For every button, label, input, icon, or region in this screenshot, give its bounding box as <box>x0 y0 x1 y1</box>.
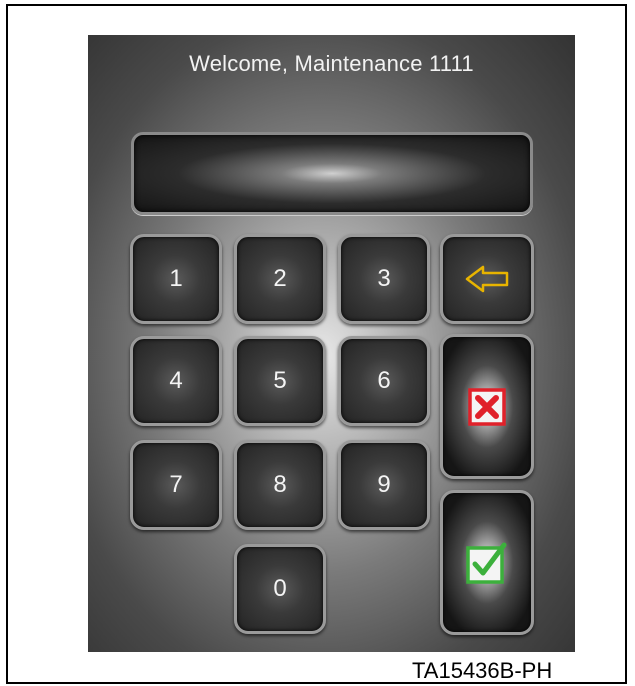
key-6-button[interactable]: 6 <box>338 336 430 426</box>
confirm-button[interactable] <box>440 490 534 635</box>
figure-caption: TA15436B-PH <box>412 658 553 683</box>
left-arrow-icon <box>465 265 509 293</box>
key-9-button[interactable]: 9 <box>338 440 430 530</box>
welcome-message: Welcome, Maintenance 1111 <box>189 51 474 76</box>
pin-display-field[interactable] <box>131 132 533 215</box>
figure-frame: Welcome, Maintenance 1111 1 2 3 4 5 6 7 … <box>6 4 627 684</box>
cancel-button[interactable] <box>440 334 534 479</box>
key-4-button[interactable]: 4 <box>130 336 222 426</box>
backspace-button[interactable] <box>440 234 534 324</box>
red-x-icon <box>468 387 506 426</box>
green-check-icon <box>466 542 508 584</box>
keypad-panel: Welcome, Maintenance 1111 1 2 3 4 5 6 7 … <box>88 35 575 652</box>
key-2-button[interactable]: 2 <box>234 234 326 324</box>
key-0-button[interactable]: 0 <box>234 544 326 634</box>
key-5-button[interactable]: 5 <box>234 336 326 426</box>
key-1-button[interactable]: 1 <box>130 234 222 324</box>
key-3-button[interactable]: 3 <box>338 234 430 324</box>
key-8-button[interactable]: 8 <box>234 440 326 530</box>
key-7-button[interactable]: 7 <box>130 440 222 530</box>
